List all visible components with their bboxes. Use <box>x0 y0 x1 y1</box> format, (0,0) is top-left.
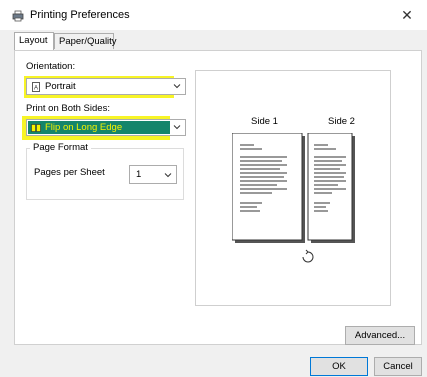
svg-text:A: A <box>34 86 38 92</box>
chevron-down-icon <box>173 84 181 89</box>
close-button[interactable]: ✕ <box>387 0 427 30</box>
portrait-page-icon: A <box>32 82 40 92</box>
ok-button[interactable]: OK <box>310 357 368 376</box>
advanced-button[interactable]: Advanced... <box>345 326 415 345</box>
duplex-dropdown[interactable]: Flip on Long Edge <box>26 119 186 136</box>
long-edge-flip-icon <box>31 124 41 132</box>
pages-per-sheet-dropdown[interactable]: 1 <box>129 165 177 184</box>
side2-label: Side 2 <box>328 116 355 127</box>
tab-paper-quality[interactable]: Paper/Quality <box>54 33 117 49</box>
duplex-value: Flip on Long Edge <box>45 122 123 133</box>
duplex-preview-graphic <box>232 133 355 243</box>
tab-label: Layout <box>19 35 48 46</box>
cancel-button[interactable]: Cancel <box>374 357 422 376</box>
tab-label: Paper/Quality <box>59 36 117 47</box>
flip-rotate-icon <box>302 249 314 263</box>
tab-layout[interactable]: Layout <box>14 32 54 50</box>
window-title: Printing Preferences <box>30 9 130 21</box>
orientation-label: Orientation: <box>26 61 76 72</box>
printer-icon <box>12 10 24 22</box>
chevron-down-icon <box>173 125 181 130</box>
close-icon: ✕ <box>401 6 413 23</box>
orientation-value: Portrait <box>45 81 76 92</box>
pages-per-sheet-value: 1 <box>136 169 142 180</box>
page-format-title: Page Format <box>30 142 91 153</box>
layout-preview: Side 1 Side 2 <box>195 70 391 306</box>
side1-label: Side 1 <box>251 116 278 127</box>
title-bar: Printing Preferences ✕ <box>0 0 427 30</box>
orientation-dropdown[interactable]: A Portrait <box>26 78 186 95</box>
duplex-label: Print on Both Sides: <box>26 103 110 114</box>
pages-per-sheet-label: Pages per Sheet <box>34 167 105 178</box>
chevron-down-icon <box>164 173 172 178</box>
